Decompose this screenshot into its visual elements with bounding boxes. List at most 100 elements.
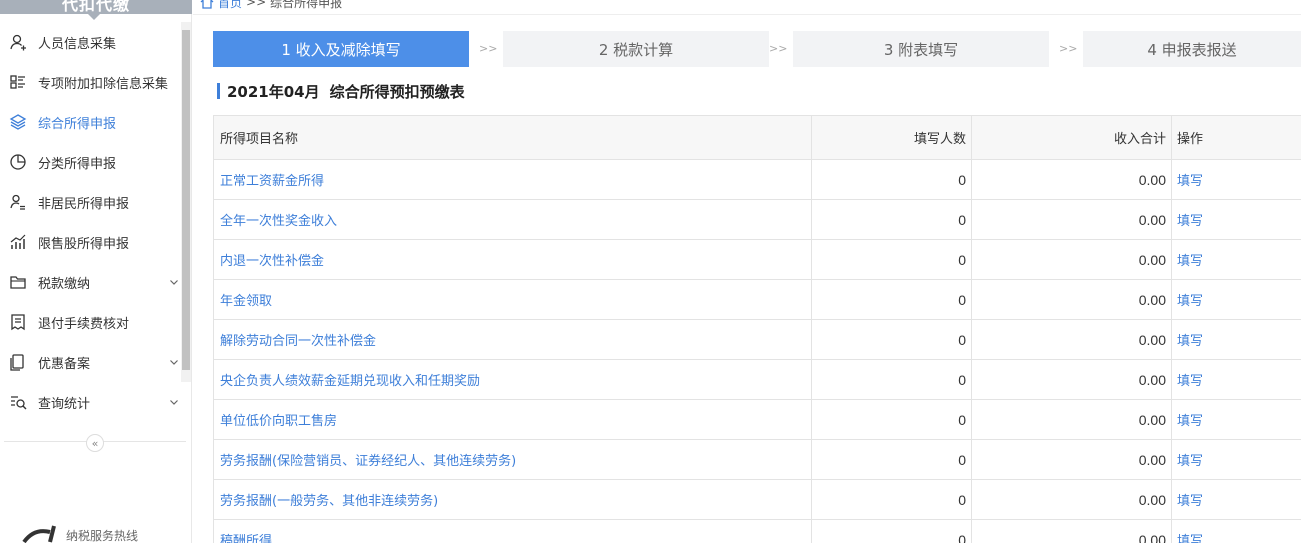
filled-count: 0 xyxy=(811,519,972,543)
fill-action-link[interactable]: 填写 xyxy=(1171,399,1301,440)
sidebar-item-label: 查询统计 xyxy=(38,396,91,412)
table-header-row: 所得项目名称 填写人数 收入合计 操作 xyxy=(213,115,1301,160)
income-item-name[interactable]: 内退一次性补偿金 xyxy=(213,239,812,280)
hotline-logo-icon xyxy=(22,525,56,543)
breadcrumb: 首页 >> 综合所得申报 xyxy=(200,0,342,11)
filled-count: 0 xyxy=(811,199,972,240)
income-item-name[interactable]: 央企负责人绩效薪金延期兑现收入和任期奖励 xyxy=(213,359,812,400)
step-income-deduction[interactable]: 1 收入及减除填写 xyxy=(213,31,469,67)
fill-action-link[interactable]: 填写 xyxy=(1171,159,1301,200)
sidebar-menu: 人员信息采集专项附加扣除信息采集综合所得申报 分类所得申报 非居民所得申报 限售股所得… xyxy=(0,22,180,422)
income-total: 0.00 xyxy=(971,399,1172,440)
income-total: 0.00 xyxy=(971,439,1172,480)
filled-count: 0 xyxy=(811,279,972,320)
sidebar-item-label: 人员信息采集 xyxy=(38,36,117,52)
header-action: 操作 xyxy=(1171,115,1301,160)
step-separator: >> xyxy=(1059,42,1078,55)
document-check-icon xyxy=(9,313,27,331)
fill-action-link[interactable]: 填写 xyxy=(1171,279,1301,320)
copy-icon xyxy=(9,353,27,371)
fill-action-link[interactable]: 填写 xyxy=(1171,199,1301,240)
fill-action-link[interactable]: 填写 xyxy=(1171,519,1301,543)
income-item-name[interactable]: 解除劳动合同一次性补偿金 xyxy=(213,319,812,360)
sidebar-header-notch xyxy=(88,14,100,20)
sidebar-item-8[interactable]: 优惠备案 xyxy=(0,342,180,382)
sidebar-item-3[interactable]: 分类所得申报 xyxy=(0,142,180,182)
sidebar-scrollbar-thumb[interactable] xyxy=(182,30,190,370)
step-schedule-fill[interactable]: 3 附表填写 xyxy=(793,31,1049,67)
layers-icon xyxy=(9,113,27,131)
income-item-name[interactable]: 劳务报酬(一般劳务、其他非连续劳务) xyxy=(213,479,812,520)
filled-count: 0 xyxy=(811,159,972,200)
income-total: 0.00 xyxy=(971,359,1172,400)
hotline-label: 纳税服务热线 xyxy=(66,529,139,543)
fill-action-link[interactable]: 填写 xyxy=(1171,479,1301,520)
fill-action-link[interactable]: 填写 xyxy=(1171,359,1301,400)
sidebar-item-2[interactable]: 综合所得申报 xyxy=(0,102,180,142)
sidebar-item-label: 税款缴纳 xyxy=(38,276,91,292)
income-item-name[interactable]: 劳务报酬(保险营销员、证券经纪人、其他连续劳务) xyxy=(213,439,812,480)
income-total: 0.00 xyxy=(971,479,1172,520)
pie-chart-icon xyxy=(9,153,27,171)
income-item-name[interactable]: 稿酬所得 xyxy=(213,519,812,543)
chevron-down-icon[interactable] xyxy=(168,276,180,288)
table-row: 解除劳动合同一次性补偿金 0 0.00 填写 xyxy=(213,319,1301,360)
sidebar-item-6[interactable]: 税款缴纳 xyxy=(0,262,180,302)
income-item-name[interactable]: 正常工资薪金所得 xyxy=(213,159,812,200)
step-tax-calculation[interactable]: 2 税款计算 xyxy=(503,31,769,67)
header-income-total: 收入合计 xyxy=(971,115,1172,160)
filled-count: 0 xyxy=(811,399,972,440)
sidebar-scrollbar[interactable] xyxy=(181,22,191,382)
income-item-name[interactable]: 年金领取 xyxy=(213,279,812,320)
person-list-icon xyxy=(9,193,27,211)
home-icon[interactable] xyxy=(200,0,214,9)
sidebar-item-1[interactable]: 专项附加扣除信息采集 xyxy=(0,62,180,102)
grid-list-icon xyxy=(9,73,27,91)
table-row: 年金领取 0 0.00 填写 xyxy=(213,279,1301,320)
breadcrumb-separator: >> xyxy=(246,0,267,9)
income-total: 0.00 xyxy=(971,239,1172,280)
sidebar-item-label: 优惠备案 xyxy=(38,356,91,372)
header-filled-count: 填写人数 xyxy=(811,115,972,160)
search-list-icon xyxy=(9,393,27,411)
sidebar: 代扣代缴 人员信息采集专项附加扣除信息采集综合所得申报 分类所得申报 非居民所得申报… xyxy=(0,0,192,543)
income-total: 0.00 xyxy=(971,519,1172,543)
sidebar-item-label: 非居民所得申报 xyxy=(38,196,130,212)
header-item-name: 所得项目名称 xyxy=(213,115,812,160)
income-total: 0.00 xyxy=(971,319,1172,360)
sidebar-header: 代扣代缴 xyxy=(0,0,192,14)
table-row: 劳务报酬(一般劳务、其他非连续劳务) 0 0.00 填写 xyxy=(213,479,1301,520)
step-wizard: 1 收入及减除填写 >> 2 税款计算 >> 3 附表填写 >> 4 申报表报送 xyxy=(213,31,1301,67)
step-submit-report[interactable]: 4 申报表报送 xyxy=(1083,31,1301,67)
chevron-down-icon[interactable] xyxy=(168,396,180,408)
sidebar-item-label: 限售股所得申报 xyxy=(38,236,130,252)
step-separator: >> xyxy=(479,42,498,55)
income-item-name[interactable]: 单位低价向职工售房 xyxy=(213,399,812,440)
filled-count: 0 xyxy=(811,479,972,520)
filled-count: 0 xyxy=(811,439,972,480)
page-title-name: 综合所得预扣预缴表 xyxy=(329,82,465,101)
table-row: 稿酬所得 0 0.00 填写 xyxy=(213,519,1301,543)
income-total: 0.00 xyxy=(971,199,1172,240)
sidebar-item-label: 综合所得申报 xyxy=(38,116,117,132)
fill-action-link[interactable]: 填写 xyxy=(1171,439,1301,480)
sidebar-item-4[interactable]: 非居民所得申报 xyxy=(0,182,180,222)
fill-action-link[interactable]: 填写 xyxy=(1171,319,1301,360)
folder-icon xyxy=(9,273,27,291)
chevron-down-icon[interactable] xyxy=(168,356,180,368)
income-item-name[interactable]: 全年一次性奖金收入 xyxy=(213,199,812,240)
table-row: 内退一次性补偿金 0 0.00 填写 xyxy=(213,239,1301,280)
sidebar-item-9[interactable]: 查询统计 xyxy=(0,382,180,422)
sidebar-item-0[interactable]: 人员信息采集 xyxy=(0,22,180,62)
breadcrumb-home-link[interactable]: 首页 xyxy=(218,0,242,11)
sidebar-item-7[interactable]: 退付手续费核对 xyxy=(0,302,180,342)
bar-trend-icon xyxy=(9,233,27,251)
fill-action-link[interactable]: 填写 xyxy=(1171,239,1301,280)
sidebar-header-title: 代扣代缴 xyxy=(61,0,130,14)
collapse-sidebar-button[interactable]: « xyxy=(86,434,104,452)
sidebar-item-5[interactable]: 限售股所得申报 xyxy=(0,222,180,262)
table-row: 央企负责人绩效薪金延期兑现收入和任期奖励 0 0.00 填写 xyxy=(213,359,1301,400)
page-title: 2021年04月 综合所得预扣预缴表 xyxy=(217,81,465,101)
sidebar-item-label: 分类所得申报 xyxy=(38,156,117,172)
table-row: 全年一次性奖金收入 0 0.00 填写 xyxy=(213,199,1301,240)
